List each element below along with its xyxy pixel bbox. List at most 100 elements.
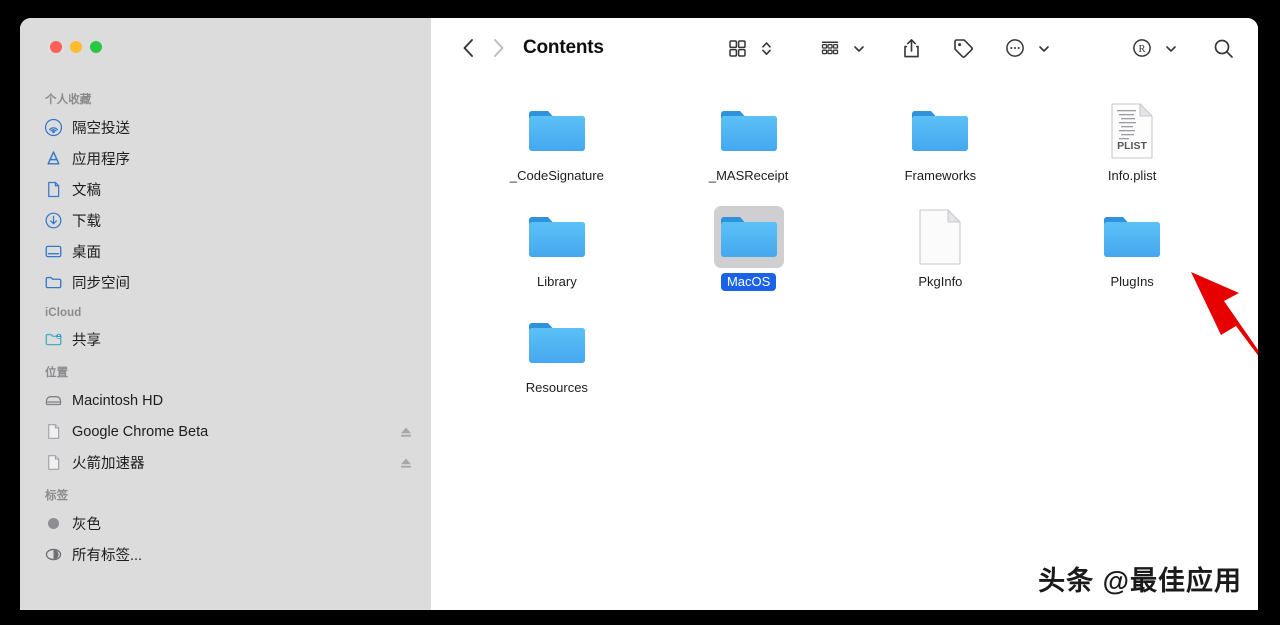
folder-icon [522,312,592,374]
sidebar-item-所有标签...[interactable]: 所有标签... [30,539,421,570]
sidebar-item-下载[interactable]: 下载 [30,205,421,236]
folder-icon [1104,217,1161,257]
sidebar-item-label: 隔空投送 [72,121,130,137]
grid-view-icon [728,39,746,57]
folder-icon [528,217,585,257]
window-controls [50,41,102,53]
registered-chevron[interactable] [1158,34,1184,62]
registered-button[interactable]: R [1129,34,1155,62]
folder-icon [44,273,63,292]
sidebar-item-label: 灰色 [72,517,101,533]
more-actions-control[interactable] [1002,34,1057,62]
sidebar-item-灰色[interactable]: 灰色 [30,508,421,539]
eject-icon[interactable] [399,456,413,470]
search-button[interactable] [1210,34,1236,62]
file-item[interactable]: Resources [498,312,616,418]
file-item[interactable]: _MASReceipt [690,100,808,206]
file-label: Library [537,274,577,289]
sidebar-section-header: 位置 [45,367,69,379]
search-icon [1214,39,1233,58]
close-button[interactable] [50,41,62,53]
more-actions-button[interactable] [1002,34,1028,62]
sidebar-item-共享[interactable]: 共享 [30,324,421,355]
view-control-group[interactable] [724,34,779,62]
eject-button[interactable] [399,425,413,439]
group-by-chevron[interactable] [846,34,872,62]
file-item[interactable]: Library [498,206,616,312]
disk-image-icon [44,422,63,441]
shared-folder-icon [44,330,63,349]
eject-icon[interactable] [399,425,413,439]
sidebar: 个人收藏 隔空投送 应用程序 文稿 下载 桌面 同步空间 iCloud 共享 位置 Macintos… [20,18,431,610]
back-button[interactable] [453,34,483,62]
sidebar-item-火箭加速器[interactable]: 火箭加速器 [30,447,421,478]
registered-circle-icon: R [1133,39,1151,57]
file-item[interactable]: PlugIns [1073,206,1191,312]
downloads-icon [45,212,62,229]
file-label: Frameworks [904,168,977,183]
sidebar-item-label: Macintosh HD [72,392,164,409]
all-tags-icon [44,545,63,564]
registered-control[interactable]: R [1129,34,1184,62]
ellipsis-circle-icon [1006,39,1024,57]
sidebar-item-label: 火箭加速器 [72,456,145,472]
file-item[interactable]: MacOS [690,206,808,312]
minimize-button[interactable] [70,41,82,53]
folder-icon [528,111,585,151]
airdrop-icon [44,118,63,137]
sidebar-item-Google Chrome Beta[interactable]: Google Chrome Beta [30,416,421,447]
sidebar-item-Macintosh HD[interactable]: Macintosh HD [30,385,421,416]
applications-icon [47,151,60,165]
gray-tag-dot-icon [48,518,59,529]
sidebar-item-label: Google Chrome Beta [72,423,209,440]
sidebar-item-应用程序[interactable]: 应用程序 [30,143,421,174]
file-icon-grid: _CodeSignature _MASReceipt Frameworks PLIST… [431,78,1258,610]
forward-button[interactable] [483,34,513,62]
folder-icon [905,100,975,162]
applications-icon [44,149,63,168]
file-item[interactable]: PkgInfo [881,206,999,312]
sidebar-item-同步空间[interactable]: 同步空间 [30,267,421,298]
file-label: _CodeSignature [509,168,604,183]
grid-view-button[interactable] [724,34,750,62]
sidebar-item-label: 应用程序 [72,152,130,168]
tag-button[interactable] [950,34,976,62]
group-by-control[interactable] [817,34,872,62]
file-item[interactable]: Frameworks [881,100,999,206]
sidebar-item-隔空投送[interactable]: 隔空投送 [30,112,421,143]
eject-button[interactable] [399,456,413,470]
file-item[interactable]: PLIST Info.plist [1073,100,1191,206]
sidebar-item-文稿[interactable]: 文稿 [30,174,421,205]
chevron-up-down-icon [761,41,771,55]
sidebar-section-header: 标签 [45,490,69,502]
folder-icon [912,111,969,151]
share-button[interactable] [898,34,924,62]
content-area: Contents R _CodeSignature _MASReceipt Fr… [431,18,1258,610]
document-icon [44,180,63,199]
sidebar-item-桌面[interactable]: 桌面 [30,236,421,267]
sidebar-item-label: 下载 [72,214,101,230]
folder-icon [522,206,592,268]
chevron-left-icon [463,39,473,57]
view-options-chevron[interactable] [753,34,779,62]
desktop-icon [45,245,62,258]
svg-text:PLIST: PLIST [1117,140,1147,152]
folder-icon [522,100,592,162]
group-by-button[interactable] [817,34,843,62]
sidebar-item-label: 所有标签... [72,548,143,564]
zoom-button[interactable] [90,41,102,53]
disk-image-icon [48,424,60,439]
sidebar-item-label: 共享 [72,333,101,349]
downloads-icon [44,211,63,230]
document-icon [48,181,60,198]
document-file-icon [919,209,961,265]
chevron-down-icon [1166,45,1176,52]
plist-icon: PLIST [1097,100,1167,162]
folder-icon [720,111,777,151]
file-item[interactable]: _CodeSignature [498,100,616,206]
more-actions-chevron[interactable] [1031,34,1057,62]
file-label: Resources [525,380,588,395]
hard-disk-icon [45,396,62,406]
tag-icon [953,38,973,58]
finder-window: 个人收藏 隔空投送 应用程序 文稿 下载 桌面 同步空间 iCloud 共享 位置 Macintos… [20,18,1258,610]
